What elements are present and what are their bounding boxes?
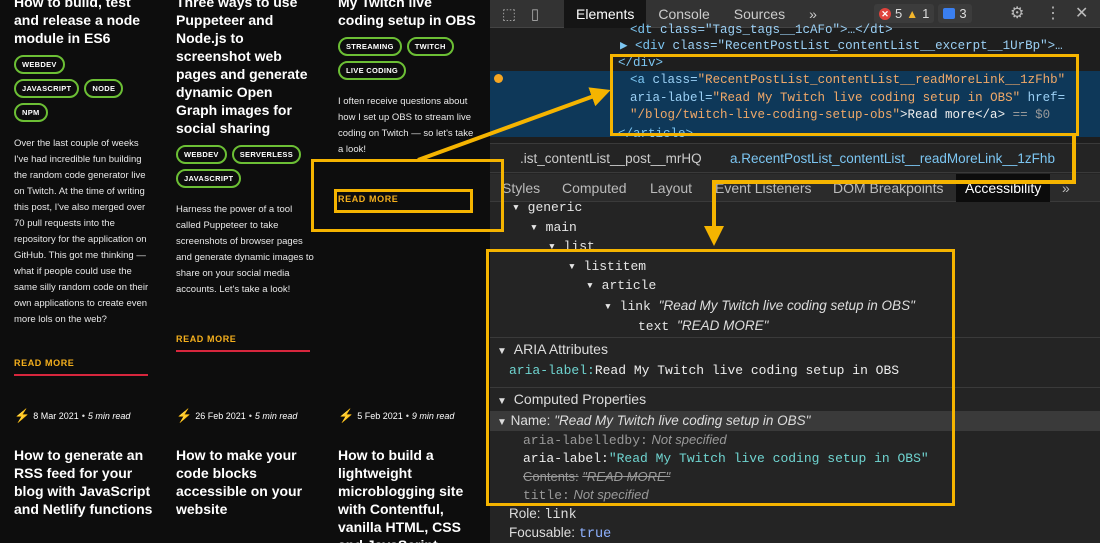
read-time: 5 min read [87,411,131,421]
separator: • [248,411,252,421]
separator: • [81,411,85,421]
error-icon: ✕ [879,7,891,20]
highlight-box-anchor-code [610,54,1079,136]
focusable-property: Focusable: true [509,525,612,542]
expand-arrow-icon: ▾ [512,200,528,215]
post-meta: ⚡ 5 Feb 2021 • 9 min read [338,408,455,423]
tag[interactable]: WEBDEV [176,145,227,164]
post-title[interactable]: How to build, test and release a node mo… [14,0,154,47]
post-excerpt: I often receive questions about how I se… [338,96,474,155]
post-card: How to make your code blocks accessible … [176,446,316,518]
tag[interactable]: JAVASCRIPT [176,169,242,188]
post-excerpt: Harness the power of a tool called Puppe… [176,204,314,295]
post-title[interactable]: How to make your code blocks accessible … [176,446,316,518]
warning-count: 1 [922,6,930,21]
tag-list: WEBDEV SERVERLESS JAVASCRIPT [176,145,316,188]
tag[interactable]: WEBDEV [14,55,65,74]
inspect-cursor-icon[interactable]: ⬚ [496,5,522,23]
lightning-icon: ⚡ [176,408,193,423]
device-toggle-icon[interactable]: ▯ [522,5,548,23]
tag[interactable]: TWITCH [406,37,454,56]
post-excerpt: Over the last couple of weeks I've had i… [14,138,149,325]
kebab-menu-icon[interactable]: ⋮ [1045,0,1061,28]
post-card: My Twitch live coding setup in OBS STREA… [338,0,478,158]
read-more-link[interactable]: READ MORE [14,358,148,376]
breadcrumb-item[interactable]: a.RecentPostList_contentList__readMoreLi… [730,144,1055,174]
breakpoint-dot [494,74,503,83]
tag[interactable]: LIVE CODING [338,61,407,80]
post-date: 8 Mar 2021 [33,411,79,421]
breadcrumb-item[interactable]: .ist_contentList__post__mrHQ [520,144,702,174]
error-count: 5 [895,6,903,21]
post-date: 26 Feb 2021 [195,411,246,421]
post-title[interactable]: How to generate an RSS feed for your blo… [14,446,154,518]
more-tabs-icon[interactable]: » [1062,174,1070,202]
tab-accessibility[interactable]: Accessibility [956,174,1051,202]
warning-icon: ▲ [906,6,919,21]
info-badge[interactable]: 3 [938,4,972,23]
tag[interactable]: STREAMING [338,37,402,56]
blog-page: How to build, test and release a node mo… [0,0,490,543]
gear-icon[interactable]: ⚙ [1010,0,1024,28]
close-icon[interactable]: ✕ [1075,0,1088,28]
read-more-link[interactable]: READ MORE [176,334,310,352]
tag[interactable]: NODE [84,79,124,98]
read-time: 5 min read [254,411,298,421]
post-title[interactable]: My Twitch live coding setup in OBS [338,0,478,29]
a11y-tree-node[interactable]: ▾ main [530,218,577,237]
separator: • [405,411,409,421]
a11y-tree-node[interactable]: ▾ generic [512,198,582,217]
post-card: Three ways to use Puppeteer and Node.js … [176,0,316,298]
breadcrumb: .ist_contentList__post__mrHQ a.RecentPos… [490,143,1100,173]
expand-arrow-icon: ▾ [530,220,546,235]
post-meta: ⚡ 8 Mar 2021 • 5 min read [14,408,131,423]
tag[interactable]: JAVASCRIPT [14,79,80,98]
post-date: 5 Feb 2021 [357,411,403,421]
read-time: 9 min read [411,411,455,421]
role-property: Role: link [509,506,577,523]
tag[interactable]: NPM [14,103,48,122]
post-card: How to build, test and release a node mo… [14,0,154,328]
tag-list: WEBDEV JAVASCRIPT NODE NPM [14,55,134,122]
message-icon [943,8,956,19]
lightning-icon: ⚡ [338,408,355,423]
info-count: 3 [959,6,967,21]
highlight-box-read-more-inner [334,189,473,213]
post-title[interactable]: How to build a lightweight microblogging… [338,446,478,543]
post-card: How to build a lightweight microblogging… [338,446,478,543]
post-card: How to generate an RSS feed for your blo… [14,446,154,518]
post-title[interactable]: Three ways to use Puppeteer and Node.js … [176,0,316,137]
tab-event-listeners[interactable]: Event Listeners [715,174,812,202]
lightning-icon: ⚡ [14,408,31,423]
tag[interactable]: SERVERLESS [231,145,302,164]
tab-dom-breakpoints[interactable]: DOM Breakpoints [833,174,943,202]
tab-layout[interactable]: Layout [650,174,692,202]
post-meta: ⚡ 26 Feb 2021 • 5 min read [176,408,298,423]
highlight-box-a11y-tree [486,249,955,506]
tag-list: STREAMING TWITCH LIVE CODING [338,37,458,80]
